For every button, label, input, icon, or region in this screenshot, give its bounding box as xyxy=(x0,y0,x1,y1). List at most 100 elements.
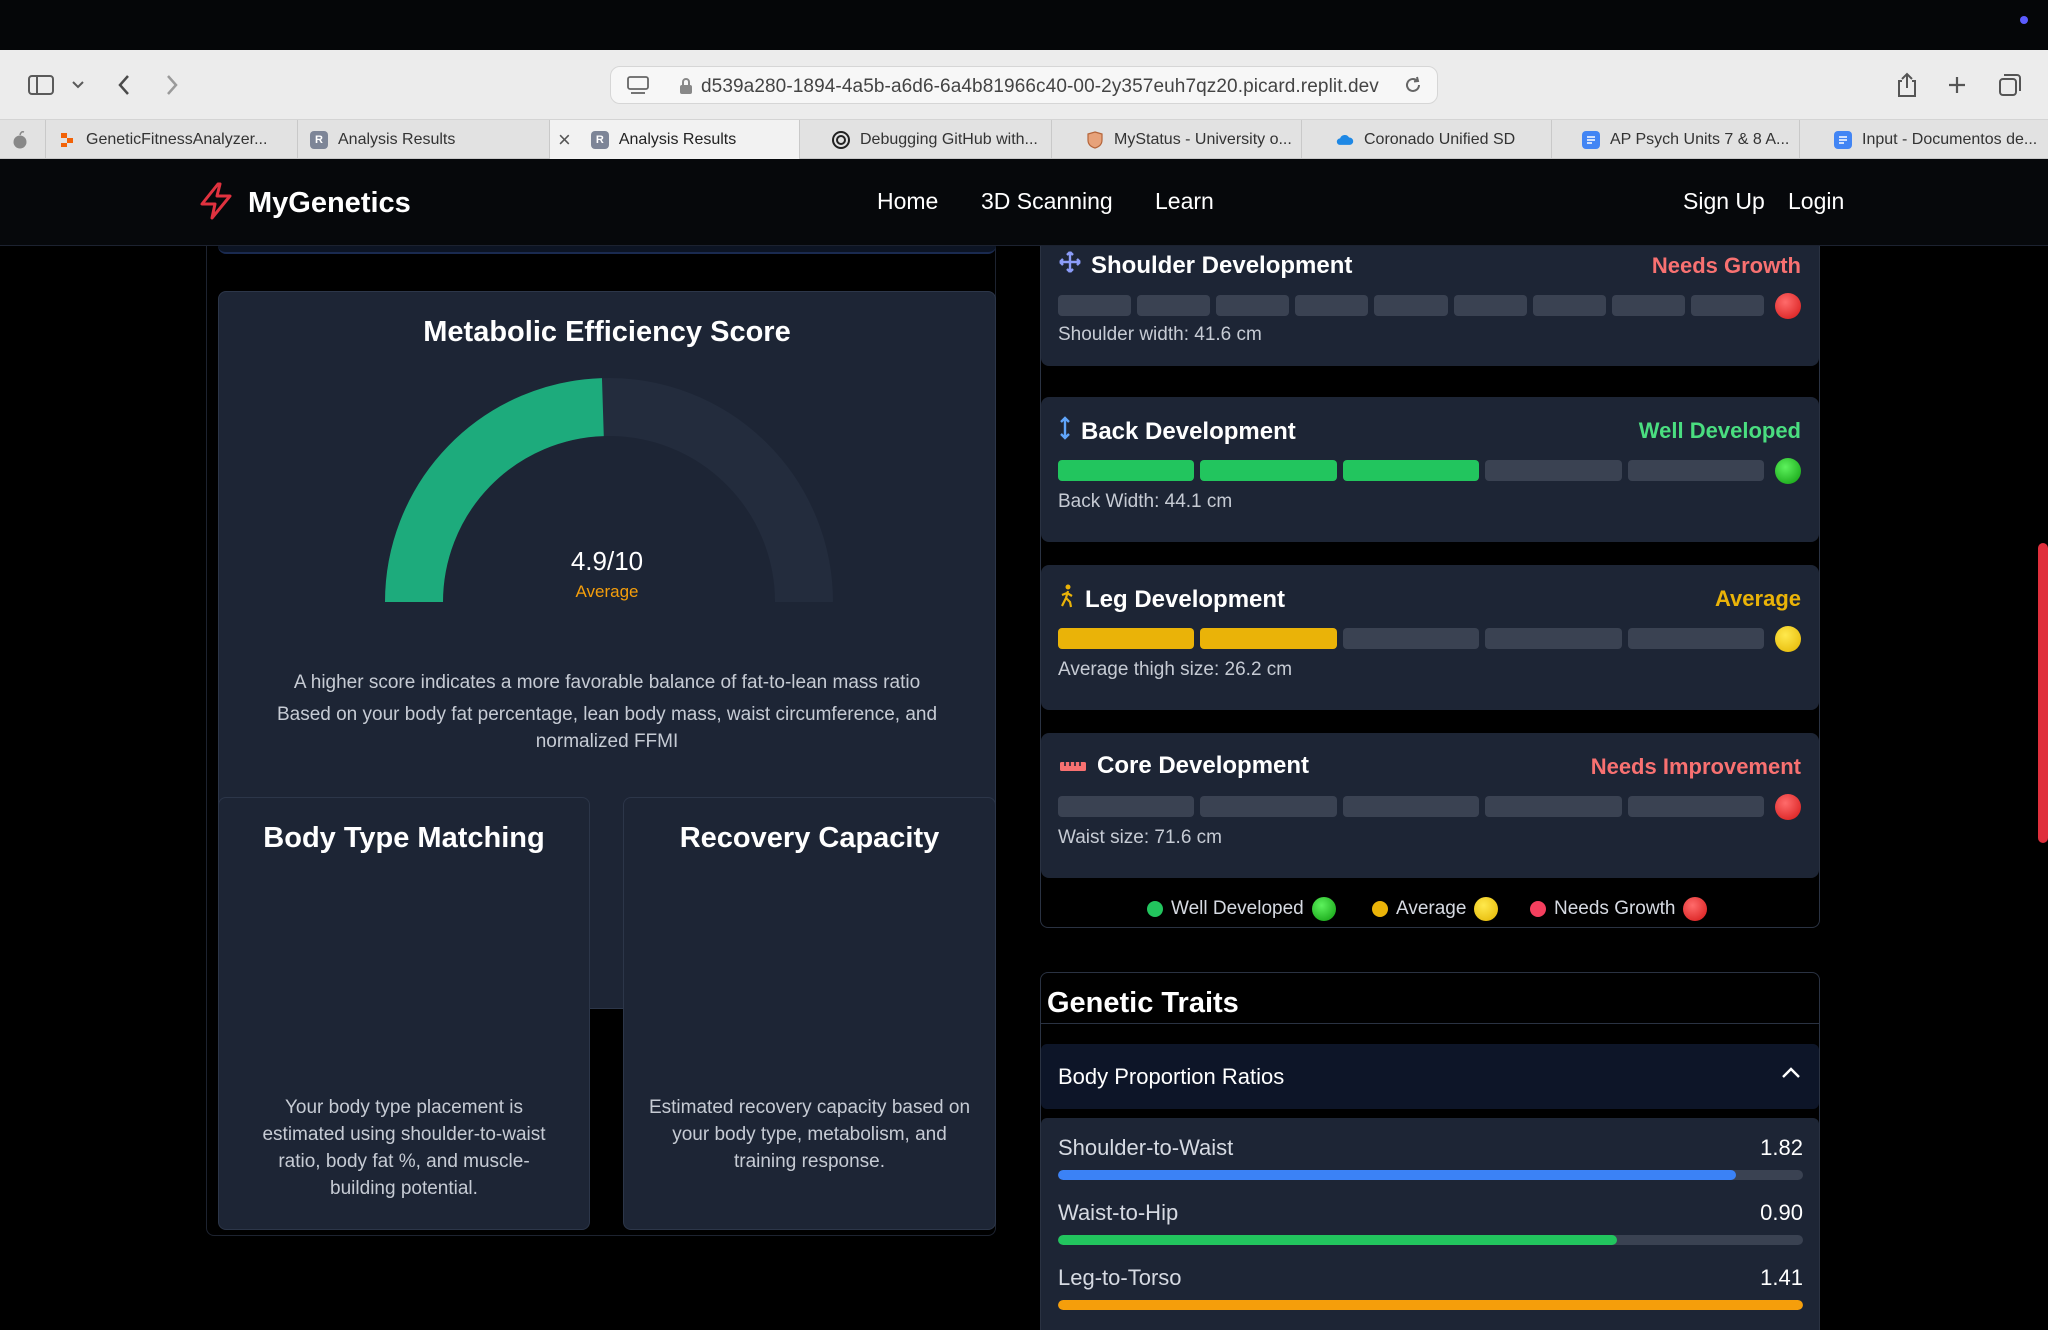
green-dot-icon xyxy=(1147,901,1163,917)
leg-measure: Average thigh size: 26.2 cm xyxy=(1058,659,1293,680)
docs-icon xyxy=(1582,130,1600,149)
ratio-value-waist-hip: 0.90 xyxy=(1760,1200,1803,1225)
back-status-indicator xyxy=(1775,458,1801,484)
core-segment xyxy=(1342,796,1480,817)
docs-icon xyxy=(1834,130,1852,149)
tab-analysis-results-2[interactable]: × R Analysis Results xyxy=(550,120,800,159)
nav-3d-scanning[interactable]: 3D Scanning xyxy=(981,188,1113,215)
page-content: Metabolic Efficiency Score 4.9/10 Averag… xyxy=(0,246,2048,1330)
move-icon xyxy=(1059,251,1081,280)
recovery-desc: Estimated recovery capacity based on you… xyxy=(648,1097,971,1172)
apple-pinned-tab[interactable] xyxy=(0,120,46,159)
core-title-row: Core Development xyxy=(1059,752,1309,780)
core-segment xyxy=(1485,796,1622,817)
recovery-title: Recovery Capacity xyxy=(679,822,940,854)
os-menu-bar xyxy=(0,0,2048,50)
leg-segment xyxy=(1627,628,1764,649)
ratio-fill-leg-torso xyxy=(1058,1300,1803,1310)
back-icon[interactable] xyxy=(112,70,136,100)
tab-analysis-results-1[interactable]: R Analysis Results xyxy=(298,120,550,159)
leg-segment xyxy=(1058,628,1195,649)
tab-genetic-fitness-analyzer[interactable]: GeneticFitnessAnalyzer... xyxy=(46,120,298,159)
body-type-card: Body Type Matching Your body type placem… xyxy=(218,797,590,1230)
core-segment xyxy=(1058,796,1195,817)
shoulder-segment xyxy=(1611,295,1685,316)
tab-coronado-unified[interactable]: Coronado Unified SD xyxy=(1302,120,1552,159)
back-measure: Back Width: 44.1 cm xyxy=(1058,491,1233,512)
body-type-title: Body Type Matching xyxy=(263,822,545,854)
replit-icon xyxy=(58,131,76,149)
legend-well-label: Well Developed xyxy=(1171,898,1304,919)
ratio-bar-shoulder-waist xyxy=(1058,1170,1803,1180)
leg-title: Leg Development xyxy=(1085,585,1286,613)
shoulder-development-item: Shoulder Development Needs Growth Should… xyxy=(1041,246,1819,366)
browser-toolbar: d539a280-1894-4a5b-a6d6-6a4b81966c40-00-… xyxy=(0,50,2048,120)
brand-name: MyGenetics xyxy=(248,187,411,219)
shoulder-segment xyxy=(1058,295,1132,316)
legend-needs-growth: Needs Growth xyxy=(1530,897,1708,921)
red-dot-icon xyxy=(1530,901,1546,917)
body-proportion-accordion[interactable]: Body Proportion Ratios xyxy=(1041,1044,1819,1109)
shoulder-title-row: Shoulder Development xyxy=(1059,251,1352,280)
shoulder-status: Needs Growth xyxy=(1651,253,1801,278)
core-status-indicator xyxy=(1775,794,1801,820)
ratio-value-shoulder-waist: 1.82 xyxy=(1760,1135,1803,1160)
sidebar-toggle-icon[interactable] xyxy=(26,70,56,100)
green-ball-icon xyxy=(1311,897,1336,921)
tab-overview-icon[interactable] xyxy=(1996,70,2024,100)
nav-learn[interactable]: Learn xyxy=(1155,188,1214,215)
shoulder-status-indicator xyxy=(1775,293,1801,319)
core-status: Needs Improvement xyxy=(1590,754,1801,779)
tab-mystatus[interactable]: MyStatus - University o... xyxy=(1052,120,1302,159)
back-title: Back Development xyxy=(1081,417,1296,445)
core-title: Core Development xyxy=(1097,752,1310,779)
ratio-bar-waist-hip xyxy=(1058,1235,1803,1245)
metabolic-desc-2: Based on your body fat percentage, lean … xyxy=(276,704,938,752)
vertical-arrows-icon xyxy=(1059,416,1071,447)
ratio-label-leg-torso: Leg-to-Torso xyxy=(1058,1265,1182,1290)
share-icon[interactable] xyxy=(1894,70,1920,100)
legend-needs-label: Needs Growth xyxy=(1554,898,1676,919)
page-scrollbar[interactable] xyxy=(2038,543,2048,843)
forward-icon[interactable] xyxy=(160,70,184,100)
site-header: MyGenetics Home 3D Scanning Learn Sign U… xyxy=(0,159,2048,246)
chevron-down-icon[interactable] xyxy=(70,70,86,100)
lightning-icon xyxy=(196,181,236,226)
page-menu-icon[interactable] xyxy=(627,76,649,101)
close-tab-icon[interactable]: × xyxy=(558,127,571,153)
chevron-up-icon[interactable] xyxy=(1781,1066,1801,1084)
shield-icon xyxy=(1086,130,1104,149)
shoulder-title: Shoulder Development xyxy=(1091,251,1353,279)
tab-input-documentos[interactable]: Input - Documentos de... xyxy=(1800,120,2048,159)
ratio-fill-waist-hip xyxy=(1058,1235,1617,1245)
shoulder-segment xyxy=(1137,295,1211,316)
leg-title-row: Leg Development xyxy=(1059,584,1285,615)
leg-development-item: Leg Development Average Average thigh si… xyxy=(1041,565,1819,710)
genetic-traits-title: Genetic Traits xyxy=(1047,987,1239,1019)
walking-icon xyxy=(1059,584,1075,615)
nav-home[interactable]: Home xyxy=(877,188,938,215)
accordion-label: Body Proportion Ratios xyxy=(1058,1064,1285,1089)
ratio-bar-leg-torso xyxy=(1058,1300,1803,1310)
address-bar[interactable]: d539a280-1894-4a5b-a6d6-6a4b81966c40-00-… xyxy=(610,66,1438,104)
previous-card-edge xyxy=(218,246,996,254)
brand-logo[interactable]: MyGenetics xyxy=(196,181,411,226)
leg-status: Average xyxy=(1714,586,1801,611)
shoulder-segment xyxy=(1295,295,1369,316)
ratio-value-leg-torso: 1.41 xyxy=(1760,1265,1803,1290)
legend-average: Average xyxy=(1372,897,1499,921)
shoulder-measure: Shoulder width: 41.6 cm xyxy=(1058,324,1262,345)
new-tab-icon[interactable] xyxy=(1944,70,1970,100)
ruler-icon xyxy=(1059,752,1087,780)
metabolic-score: 4.9/10 xyxy=(570,546,644,576)
tab-ap-psych[interactable]: AP Psych Units 7 & 8 A... xyxy=(1552,120,1800,159)
tab-bar: GeneticFitnessAnalyzer... R Analysis Res… xyxy=(0,120,2048,159)
core-development-item: Core Development Needs Improvement Waist… xyxy=(1041,733,1819,878)
metabolic-rating: Average xyxy=(575,582,639,601)
metabolic-title: Metabolic Efficiency Score xyxy=(423,316,791,348)
nav-login[interactable]: Login xyxy=(1788,188,1844,215)
tab-debugging-github[interactable]: Debugging GitHub with... xyxy=(800,120,1052,159)
reload-icon[interactable] xyxy=(1403,75,1423,100)
nav-sign-up[interactable]: Sign Up xyxy=(1683,188,1765,215)
leg-segment xyxy=(1485,628,1622,649)
